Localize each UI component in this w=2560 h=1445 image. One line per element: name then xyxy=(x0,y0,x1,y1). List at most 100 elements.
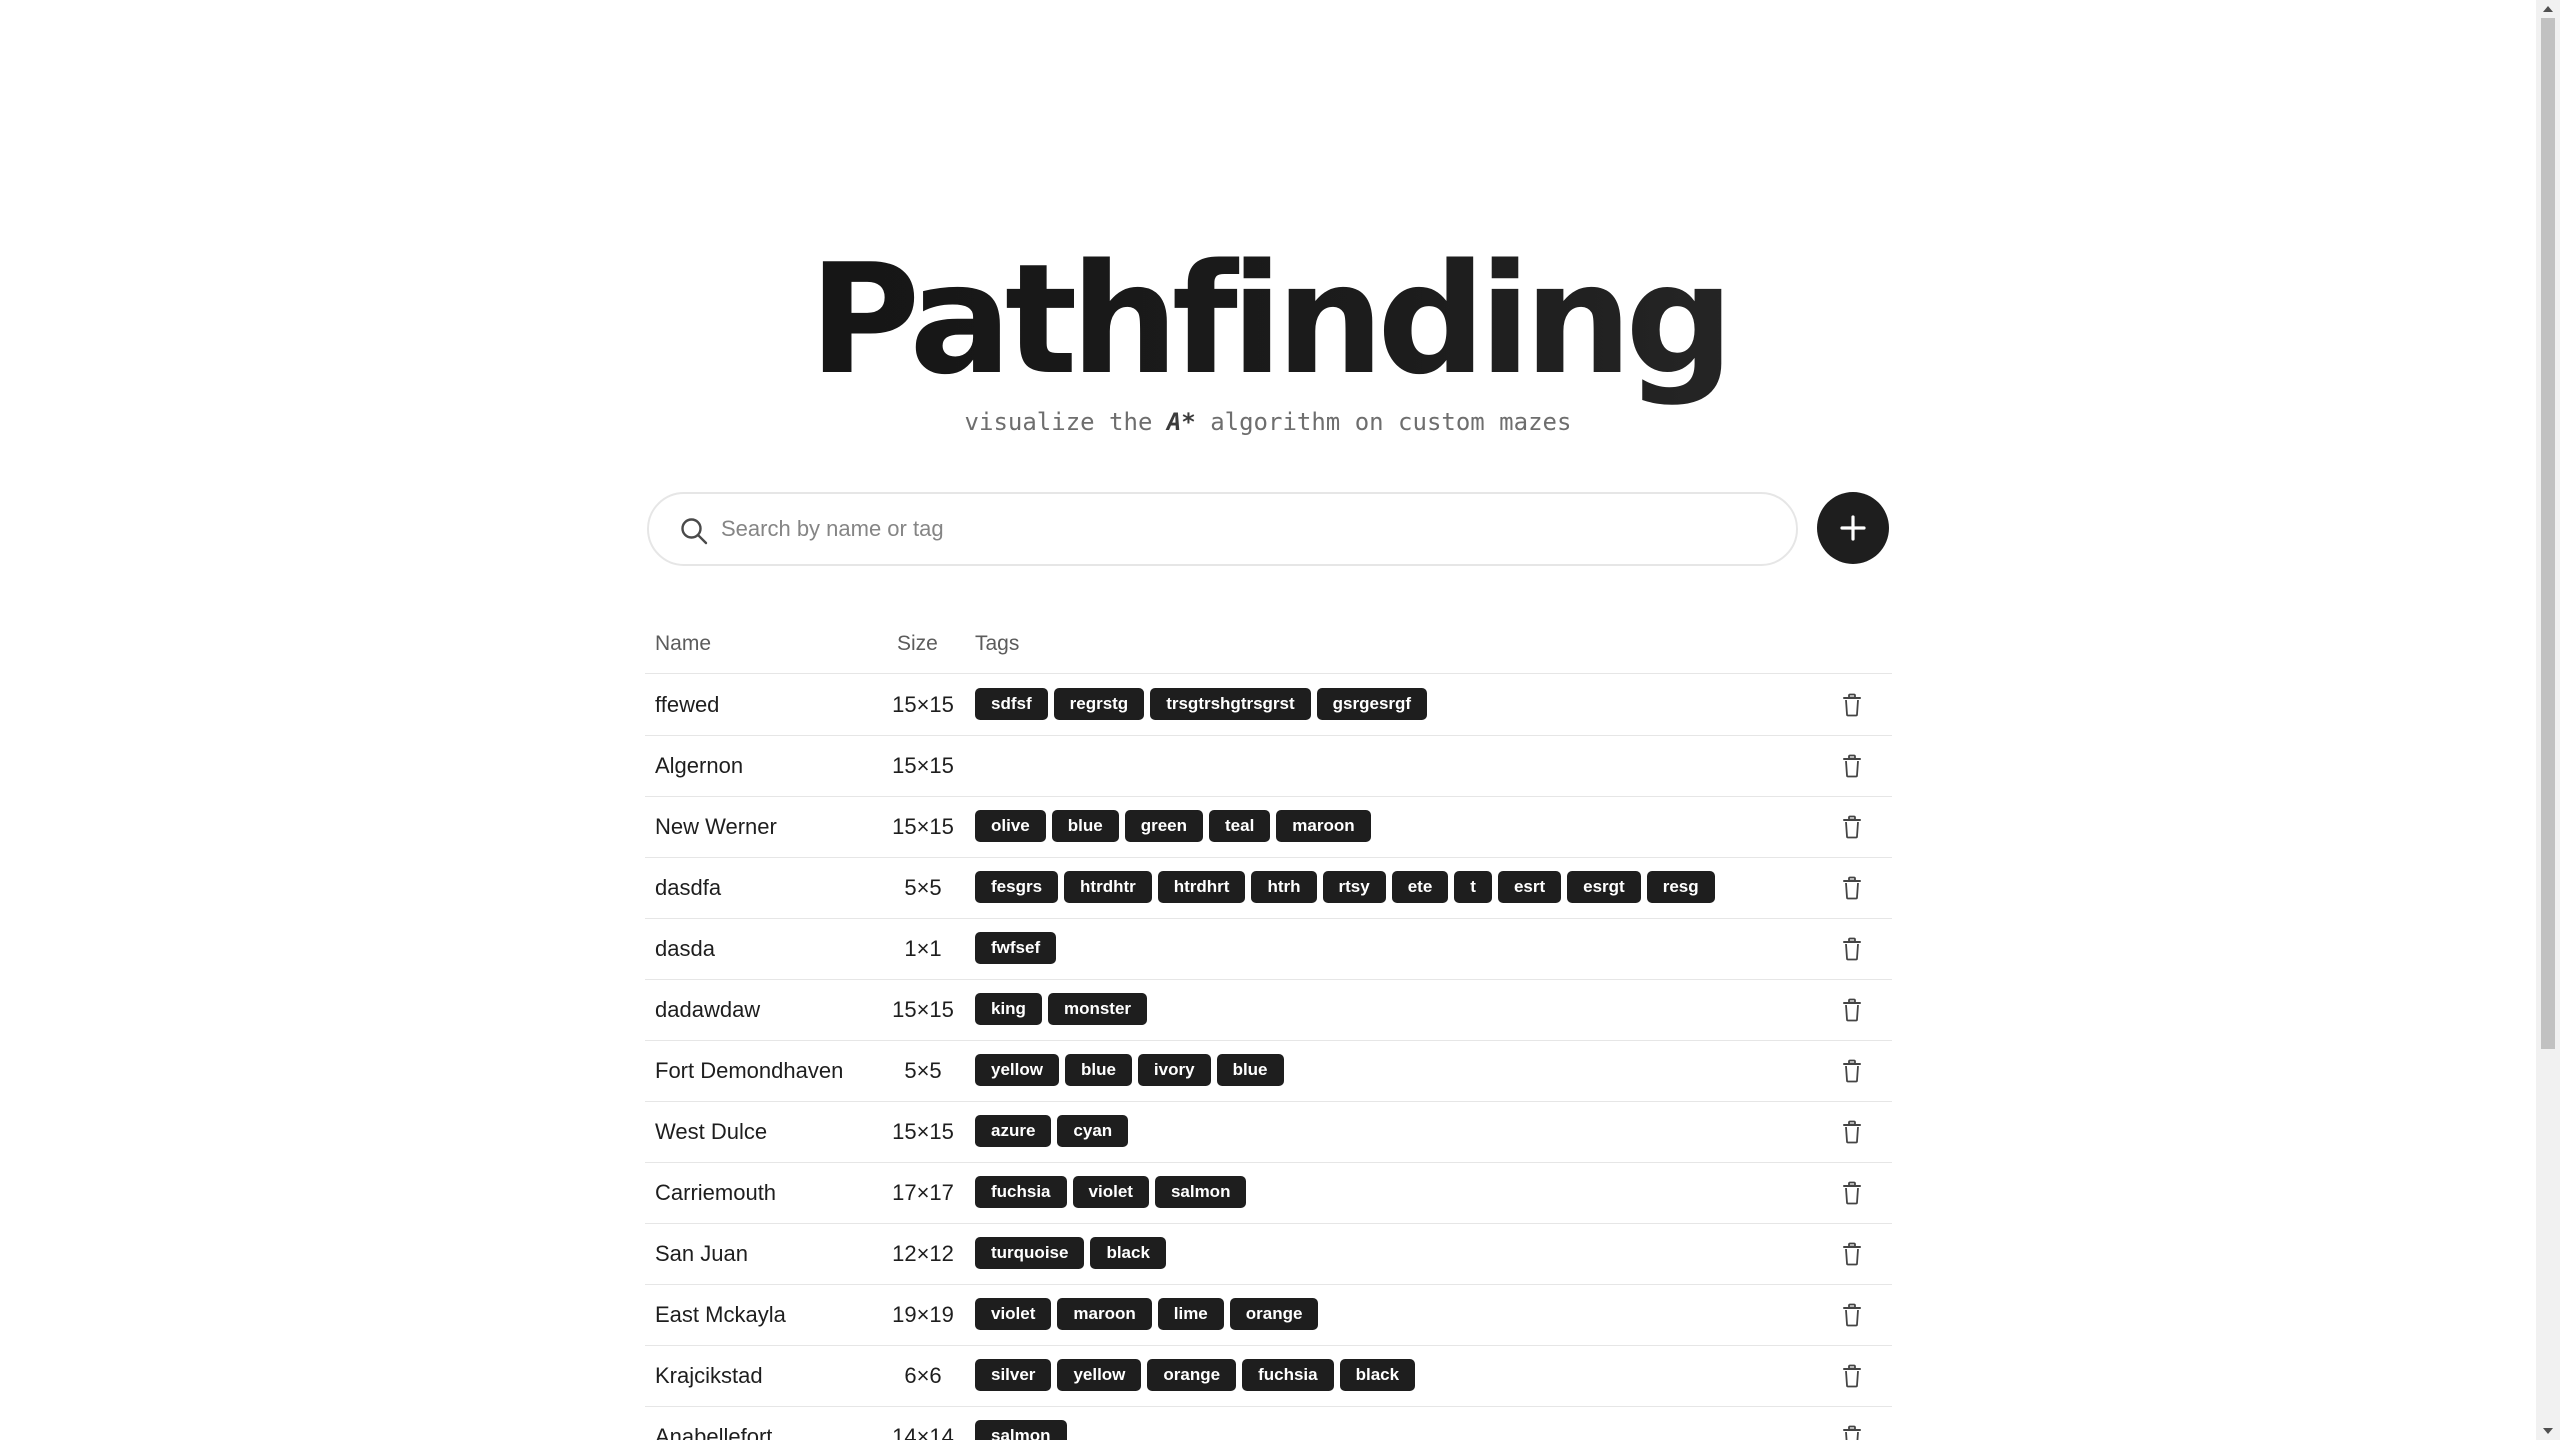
tag-chip[interactable]: salmon xyxy=(1154,1176,1247,1208)
tag-chip[interactable]: violet xyxy=(975,1298,1052,1330)
add-maze-button[interactable] xyxy=(1817,492,1889,564)
tag-chip[interactable]: salmon xyxy=(975,1420,1067,1440)
delete-button[interactable] xyxy=(1837,1117,1867,1147)
search-bar[interactable] xyxy=(647,492,1798,566)
delete-button[interactable] xyxy=(1837,873,1867,903)
tag-chip[interactable]: htrdhtr xyxy=(1064,871,1152,903)
tag-chip[interactable]: htrh xyxy=(1251,871,1317,903)
tag-list: olive blue green teal maroon xyxy=(975,810,1371,842)
tag-list: salmon xyxy=(975,1420,1067,1440)
maze-name[interactable]: San Juan xyxy=(655,1224,748,1284)
scroll-up-arrow-icon[interactable] xyxy=(2536,0,2560,18)
table-row[interactable]: West Dulce 15×15 azure cyan xyxy=(645,1102,1892,1163)
column-header-tags: Tags xyxy=(975,632,1020,655)
tag-chip[interactable]: blue xyxy=(1064,1054,1132,1086)
maze-name[interactable]: dasda xyxy=(655,919,715,979)
tag-chip[interactable]: htrdhrt xyxy=(1157,871,1246,903)
table-row[interactable]: dadawdaw 15×15 king monster xyxy=(645,980,1892,1041)
tag-chip[interactable]: sdfsf xyxy=(975,688,1048,720)
tag-chip[interactable]: monster xyxy=(1047,993,1148,1025)
maze-name[interactable]: West Dulce xyxy=(655,1102,767,1162)
table-row[interactable]: Krajcikstad 6×6 silver yellow orange fuchsia b… xyxy=(645,1346,1892,1407)
delete-button[interactable] xyxy=(1837,1422,1867,1440)
delete-button[interactable] xyxy=(1837,1178,1867,1208)
maze-name[interactable]: East Mckayla xyxy=(655,1285,786,1345)
maze-size: 15×15 xyxy=(892,753,954,778)
tag-chip[interactable]: king xyxy=(975,993,1042,1025)
table-row[interactable]: East Mckayla 19×19 violet maroon lime orange xyxy=(645,1285,1892,1346)
maze-name[interactable]: dadawdaw xyxy=(655,980,760,1040)
column-header-size[interactable]: Size xyxy=(897,632,938,656)
table-row[interactable]: Fort Demondhaven 5×5 yellow blue ivory blue xyxy=(645,1041,1892,1102)
table-row[interactable]: Algernon 15×15 xyxy=(645,736,1892,797)
tag-chip[interactable]: yellow xyxy=(975,1054,1059,1086)
tag-chip[interactable]: maroon xyxy=(1057,1298,1152,1330)
delete-button[interactable] xyxy=(1837,1361,1867,1391)
tag-chip[interactable]: t xyxy=(1454,871,1492,903)
tag-chip[interactable]: fuchsia xyxy=(1242,1359,1334,1391)
tag-chip[interactable]: teal xyxy=(1209,810,1271,842)
maze-name[interactable]: Krajcikstad xyxy=(655,1346,763,1406)
maze-size: 6×6 xyxy=(904,1363,942,1388)
maze-name[interactable]: Carriemouth xyxy=(655,1163,776,1223)
tag-chip[interactable]: esrt xyxy=(1497,871,1562,903)
table-row[interactable]: Anabellefort 14×14 salmon xyxy=(645,1407,1892,1440)
tag-chip[interactable]: orange xyxy=(1147,1359,1237,1391)
tag-chip[interactable]: fesgrs xyxy=(975,871,1059,903)
page: Pathfinding visualize the A* algorithm o… xyxy=(0,0,2536,1440)
delete-button[interactable] xyxy=(1837,1300,1867,1330)
tag-chip[interactable]: rtsy xyxy=(1322,871,1386,903)
tag-chip[interactable]: resg xyxy=(1646,871,1715,903)
table-row[interactable]: ffewed 15×15 sdfsf regrstg trsgtrshgtrsgrst g… xyxy=(645,675,1892,736)
tag-chip[interactable]: blue xyxy=(1216,1054,1284,1086)
page-title: Pathfinding xyxy=(0,225,2536,415)
scroll-down-arrow-icon[interactable] xyxy=(2536,1422,2560,1440)
maze-name[interactable]: ffewed xyxy=(655,675,719,735)
maze-name[interactable]: Fort Demondhaven xyxy=(655,1041,843,1101)
tag-chip[interactable]: gsrgesrgf xyxy=(1316,688,1428,720)
tag-chip[interactable]: green xyxy=(1124,810,1203,842)
tag-chip[interactable]: maroon xyxy=(1276,810,1371,842)
tag-chip[interactable]: cyan xyxy=(1057,1115,1129,1147)
delete-button[interactable] xyxy=(1837,690,1867,720)
tag-chip[interactable]: ete xyxy=(1391,871,1449,903)
maze-name[interactable]: Anabellefort xyxy=(655,1407,772,1440)
tag-chip[interactable]: lime xyxy=(1157,1298,1224,1330)
tag-chip[interactable]: blue xyxy=(1051,810,1119,842)
tag-chip[interactable]: violet xyxy=(1072,1176,1149,1208)
tag-chip[interactable]: fuchsia xyxy=(975,1176,1067,1208)
maze-name[interactable]: New Werner xyxy=(655,797,777,857)
delete-button[interactable] xyxy=(1837,1056,1867,1086)
tag-chip[interactable]: silver xyxy=(975,1359,1052,1391)
delete-button[interactable] xyxy=(1837,934,1867,964)
tag-chip[interactable]: ivory xyxy=(1137,1054,1211,1086)
subtitle-emphasis: A* xyxy=(1166,408,1196,436)
table-row[interactable]: dasda 1×1 fwfsef xyxy=(645,919,1892,980)
tag-chip[interactable]: olive xyxy=(975,810,1046,842)
tag-chip[interactable]: orange xyxy=(1229,1298,1319,1330)
delete-button[interactable] xyxy=(1837,995,1867,1025)
tag-chip[interactable]: black xyxy=(1339,1359,1416,1391)
tag-chip[interactable]: trsgtrshgtrsgrst xyxy=(1150,688,1311,720)
tag-chip[interactable]: turquoise xyxy=(975,1237,1085,1269)
vertical-scrollbar[interactable] xyxy=(2536,0,2560,1440)
scrollbar-thumb[interactable] xyxy=(2541,18,2555,1049)
delete-button[interactable] xyxy=(1837,751,1867,781)
delete-button[interactable] xyxy=(1837,1239,1867,1269)
delete-button[interactable] xyxy=(1837,812,1867,842)
table-row[interactable]: dasdfa 5×5 fesgrs htrdhtr htrdhrt htrh rtsy ete… xyxy=(645,858,1892,919)
tag-chip[interactable]: fwfsef xyxy=(975,932,1057,964)
tag-chip[interactable]: azure xyxy=(975,1115,1052,1147)
tag-chip[interactable]: esrgt xyxy=(1567,871,1641,903)
maze-name[interactable]: dasdfa xyxy=(655,858,721,918)
tag-chip[interactable]: yellow xyxy=(1057,1359,1142,1391)
table-row[interactable]: New Werner 15×15 olive blue green teal maroon xyxy=(645,797,1892,858)
search-input[interactable] xyxy=(721,494,1761,564)
table-row[interactable]: San Juan 12×12 turquoise black xyxy=(645,1224,1892,1285)
tag-chip[interactable]: regrstg xyxy=(1053,688,1145,720)
table-row[interactable]: Carriemouth 17×17 fuchsia violet salmon xyxy=(645,1163,1892,1224)
tag-list: turquoise black xyxy=(975,1237,1166,1269)
column-header-name[interactable]: Name xyxy=(655,632,711,656)
tag-chip[interactable]: black xyxy=(1090,1237,1166,1269)
maze-name[interactable]: Algernon xyxy=(655,736,743,796)
